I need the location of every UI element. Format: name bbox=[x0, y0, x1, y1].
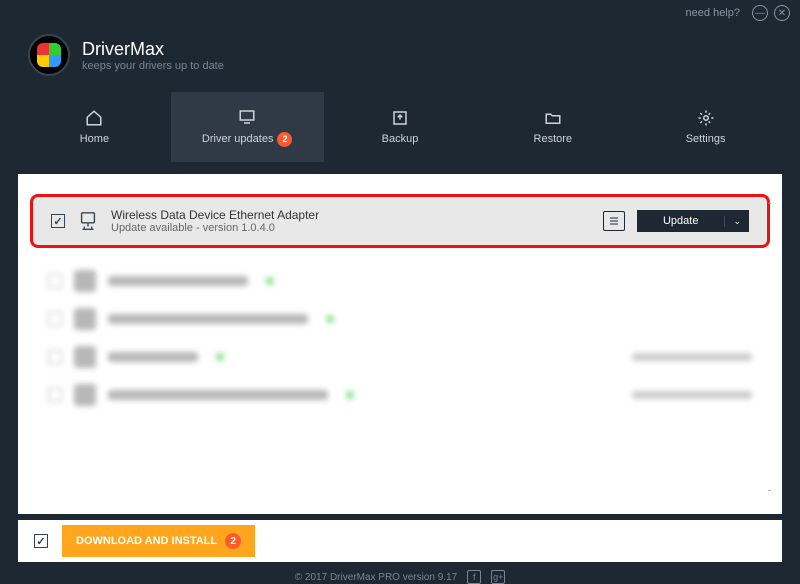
driver-status: Update available - version 1.0.4.0 bbox=[111, 222, 591, 234]
driver-list: Wireless Data Device Ethernet Adapter Up… bbox=[18, 174, 782, 514]
close-button[interactable]: ✕ bbox=[774, 5, 790, 21]
driver-details-button[interactable] bbox=[603, 211, 625, 231]
update-dropdown[interactable]: ⌄ bbox=[724, 216, 749, 227]
tab-driver-updates[interactable]: Driver updates2 bbox=[171, 92, 324, 162]
driver-row-blurred bbox=[38, 262, 762, 300]
app-title: DriverMax bbox=[82, 39, 224, 60]
folder-icon bbox=[543, 109, 563, 127]
copyright: © 2017 DriverMax PRO version 9.17 bbox=[295, 572, 457, 583]
nav-label: Home bbox=[80, 133, 109, 145]
download-install-button[interactable]: DOWNLOAD AND INSTALL 2 bbox=[62, 525, 255, 557]
driver-row-blurred bbox=[38, 300, 762, 338]
backup-icon bbox=[390, 109, 410, 127]
select-all-checkbox[interactable] bbox=[34, 534, 48, 548]
driver-row-blurred bbox=[38, 338, 762, 376]
driver-checkbox[interactable] bbox=[51, 214, 65, 228]
facebook-icon[interactable]: f bbox=[467, 570, 481, 584]
scroll-down-icon[interactable]: ˇ bbox=[768, 489, 776, 500]
tab-home[interactable]: Home bbox=[18, 92, 171, 162]
nav-label: Restore bbox=[534, 133, 573, 145]
download-label: DOWNLOAD AND INSTALL bbox=[76, 535, 217, 547]
nav-label: Backup bbox=[382, 133, 419, 145]
tab-settings[interactable]: Settings bbox=[629, 92, 782, 162]
driver-title: Wireless Data Device Ethernet Adapter bbox=[111, 208, 591, 222]
minimize-button[interactable]: — bbox=[752, 5, 768, 21]
gear-icon bbox=[696, 109, 716, 127]
nav-label: Driver updates2 bbox=[202, 132, 293, 147]
update-button-label: Update bbox=[637, 215, 724, 227]
nav-label: Settings bbox=[686, 133, 726, 145]
driver-row-highlighted[interactable]: Wireless Data Device Ethernet Adapter Up… bbox=[30, 194, 770, 248]
download-badge: 2 bbox=[225, 533, 241, 549]
help-link[interactable]: need help? bbox=[686, 7, 740, 19]
home-icon bbox=[84, 109, 104, 127]
network-adapter-icon bbox=[77, 210, 99, 232]
app-header: DriverMax keeps your drivers up to date bbox=[0, 26, 800, 92]
update-button[interactable]: Update ⌄ bbox=[637, 210, 749, 232]
scroll-up-icon[interactable]: ˆ bbox=[768, 202, 776, 213]
app-subtitle: keeps your drivers up to date bbox=[82, 60, 224, 72]
updates-badge: 2 bbox=[277, 132, 292, 147]
main-nav: Home Driver updates2 Backup Restore Sett… bbox=[18, 92, 782, 162]
google-plus-icon[interactable]: g+ bbox=[491, 570, 505, 584]
bottom-bar: DOWNLOAD AND INSTALL 2 bbox=[18, 520, 782, 562]
tab-backup[interactable]: Backup bbox=[324, 92, 477, 162]
tab-restore[interactable]: Restore bbox=[476, 92, 629, 162]
footer: © 2017 DriverMax PRO version 9.17 f g+ bbox=[0, 562, 800, 584]
monitor-icon bbox=[237, 108, 257, 126]
app-logo-icon bbox=[28, 34, 70, 76]
scrollbar[interactable]: ˆ ˇ bbox=[768, 202, 776, 500]
driver-row-blurred bbox=[38, 376, 762, 414]
list-icon bbox=[608, 215, 620, 227]
